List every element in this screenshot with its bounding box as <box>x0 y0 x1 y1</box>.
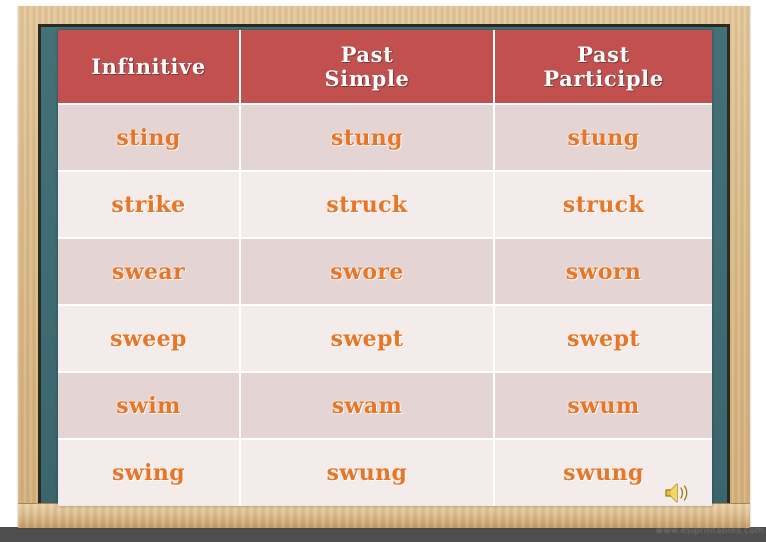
column-header-past-participle-line-1: Past <box>577 41 630 67</box>
cell-past-simple: swung <box>240 439 495 506</box>
table-row: strike struck struck <box>58 171 712 239</box>
table-row: sweep swept swept <box>58 305 712 373</box>
table-header: Infinitive Past Simple Past Participle <box>58 30 712 105</box>
speaker-sound-icon[interactable] <box>664 481 692 505</box>
slide-stage: Infinitive Past Simple Past Participle s… <box>0 0 766 542</box>
cell-infinitive: swing <box>58 439 241 506</box>
cell-past-participle: swum <box>494 372 712 440</box>
chalk-ledge <box>18 503 750 528</box>
table-row: swear swore sworn <box>58 238 712 306</box>
column-header-past-participle: Past Participle <box>494 30 712 105</box>
cell-infinitive: swear <box>58 238 241 306</box>
cell-past-participle: struck <box>494 171 712 239</box>
table-row: swim swam swum <box>58 372 712 440</box>
column-header-past-simple-line-1: Past <box>340 41 394 67</box>
cell-past-participle: sworn <box>494 238 712 306</box>
column-header-past-simple-line-2: Simple <box>324 65 410 91</box>
cell-infinitive: sweep <box>58 305 241 373</box>
cell-infinitive: sting <box>58 104 241 172</box>
cell-past-participle: stung <box>494 104 712 172</box>
irregular-verbs-table: Infinitive Past Simple Past Participle s… <box>58 30 712 506</box>
cell-past-participle: swept <box>494 305 712 373</box>
cell-past-simple: swam <box>240 372 495 440</box>
cell-infinitive: swim <box>58 372 241 440</box>
site-watermark: www.eslprintables.com <box>655 526 764 536</box>
table-row: sting stung stung <box>58 104 712 172</box>
cell-past-simple: stung <box>240 104 495 172</box>
cell-past-simple: swept <box>240 305 495 373</box>
table-body: sting stung stung strike struck struck s… <box>58 104 712 506</box>
column-header-past-simple: Past Simple <box>240 30 495 105</box>
cell-past-simple: swore <box>240 238 495 306</box>
column-header-infinitive: Infinitive <box>58 30 241 105</box>
cell-infinitive: strike <box>58 171 241 239</box>
column-header-infinitive-line-1: Infinitive <box>91 53 206 79</box>
cell-past-simple: struck <box>240 171 495 239</box>
table-header-row: Infinitive Past Simple Past Participle <box>58 30 712 105</box>
column-header-past-participle-line-2: Participle <box>543 65 664 91</box>
table-row: swing swung swung <box>58 439 712 506</box>
